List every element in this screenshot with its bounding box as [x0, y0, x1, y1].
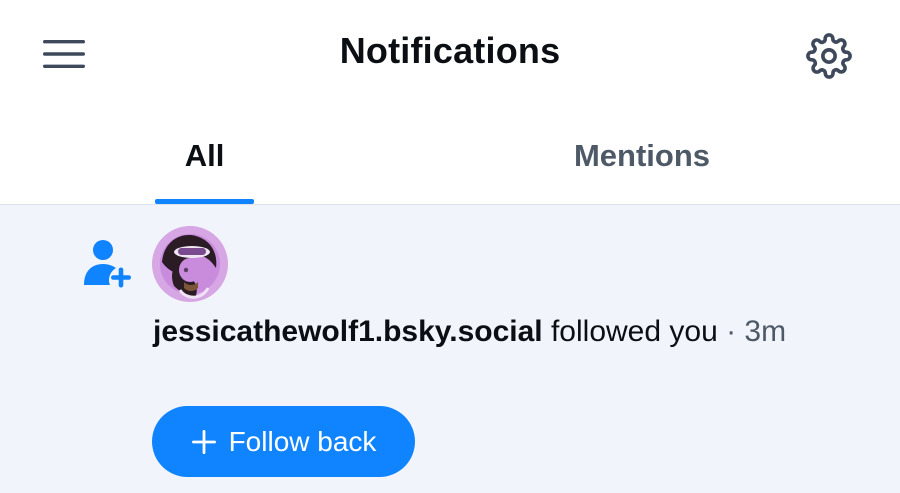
user-avatar[interactable] — [152, 226, 228, 302]
plus-icon — [191, 429, 216, 454]
tab-selected-indicator — [155, 199, 254, 204]
person-add-icon — [84, 240, 131, 288]
tab-bar: All Mentions — [0, 108, 900, 205]
follow-back-label: Follow back — [228, 425, 377, 457]
page-title: Notifications — [339, 30, 561, 71]
notification-action-text: followed you — [542, 315, 718, 348]
notification-feed: jessicathewolf1.bsky.social followed you… — [0, 205, 900, 493]
notification-timestamp: 3m — [744, 315, 787, 348]
tab-all[interactable]: All — [155, 108, 254, 204]
tab-mentions[interactable]: Mentions — [540, 108, 744, 204]
notification-text: jessicathewolf1.bsky.social followed you… — [153, 313, 843, 351]
notification-author-handle[interactable]: jessicathewolf1.bsky.social — [153, 315, 543, 348]
notification-separator: · — [717, 315, 745, 348]
settings-button[interactable] — [800, 28, 858, 84]
gear-icon — [806, 33, 852, 79]
follow-back-button[interactable]: Follow back — [152, 406, 415, 477]
header-bar: Notifications — [0, 0, 900, 108]
